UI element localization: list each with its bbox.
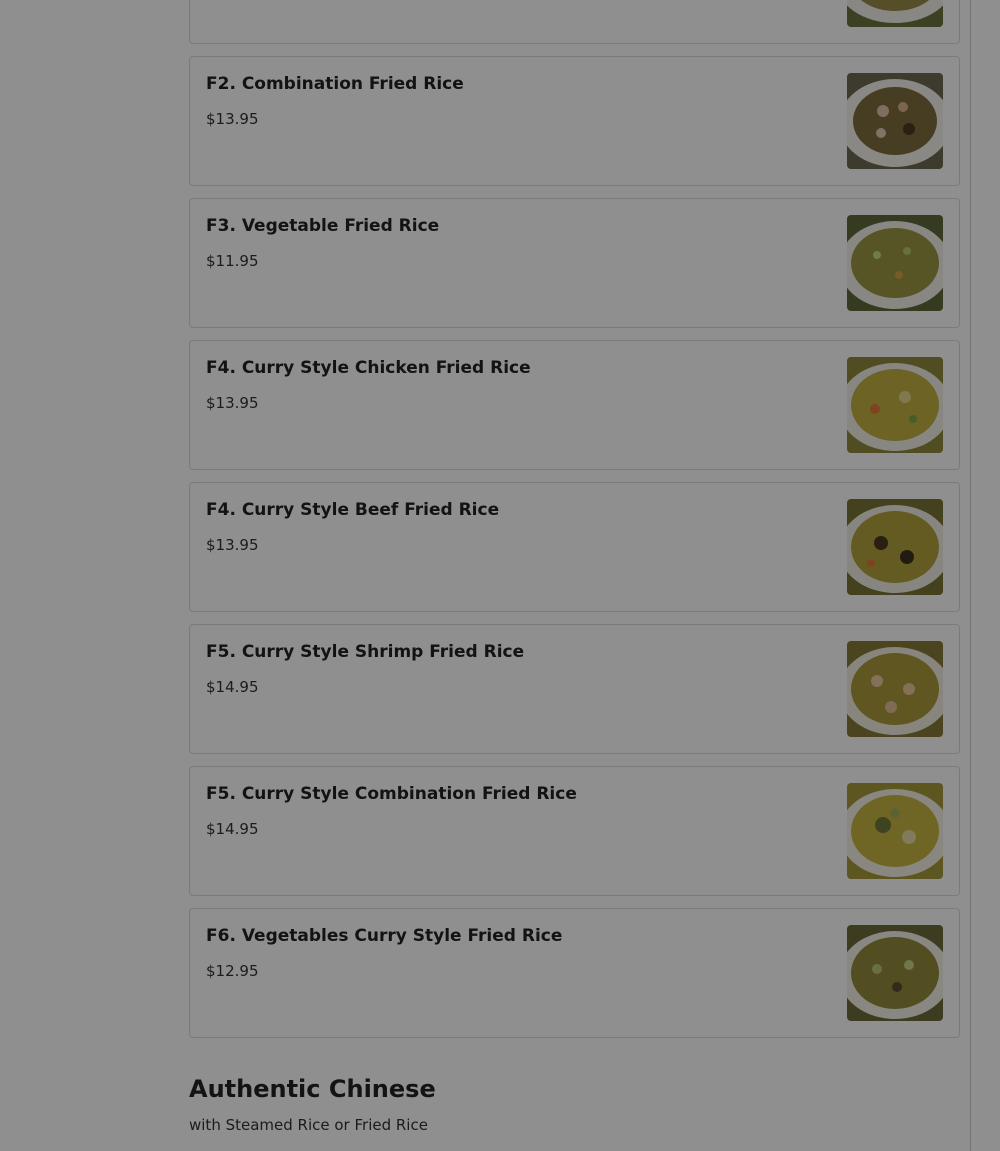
modal-backdrop[interactable]: [0, 0, 1000, 1151]
menu-page: F2. Combination Fried Rice $13.95 F3. Ve…: [0, 0, 1000, 1151]
